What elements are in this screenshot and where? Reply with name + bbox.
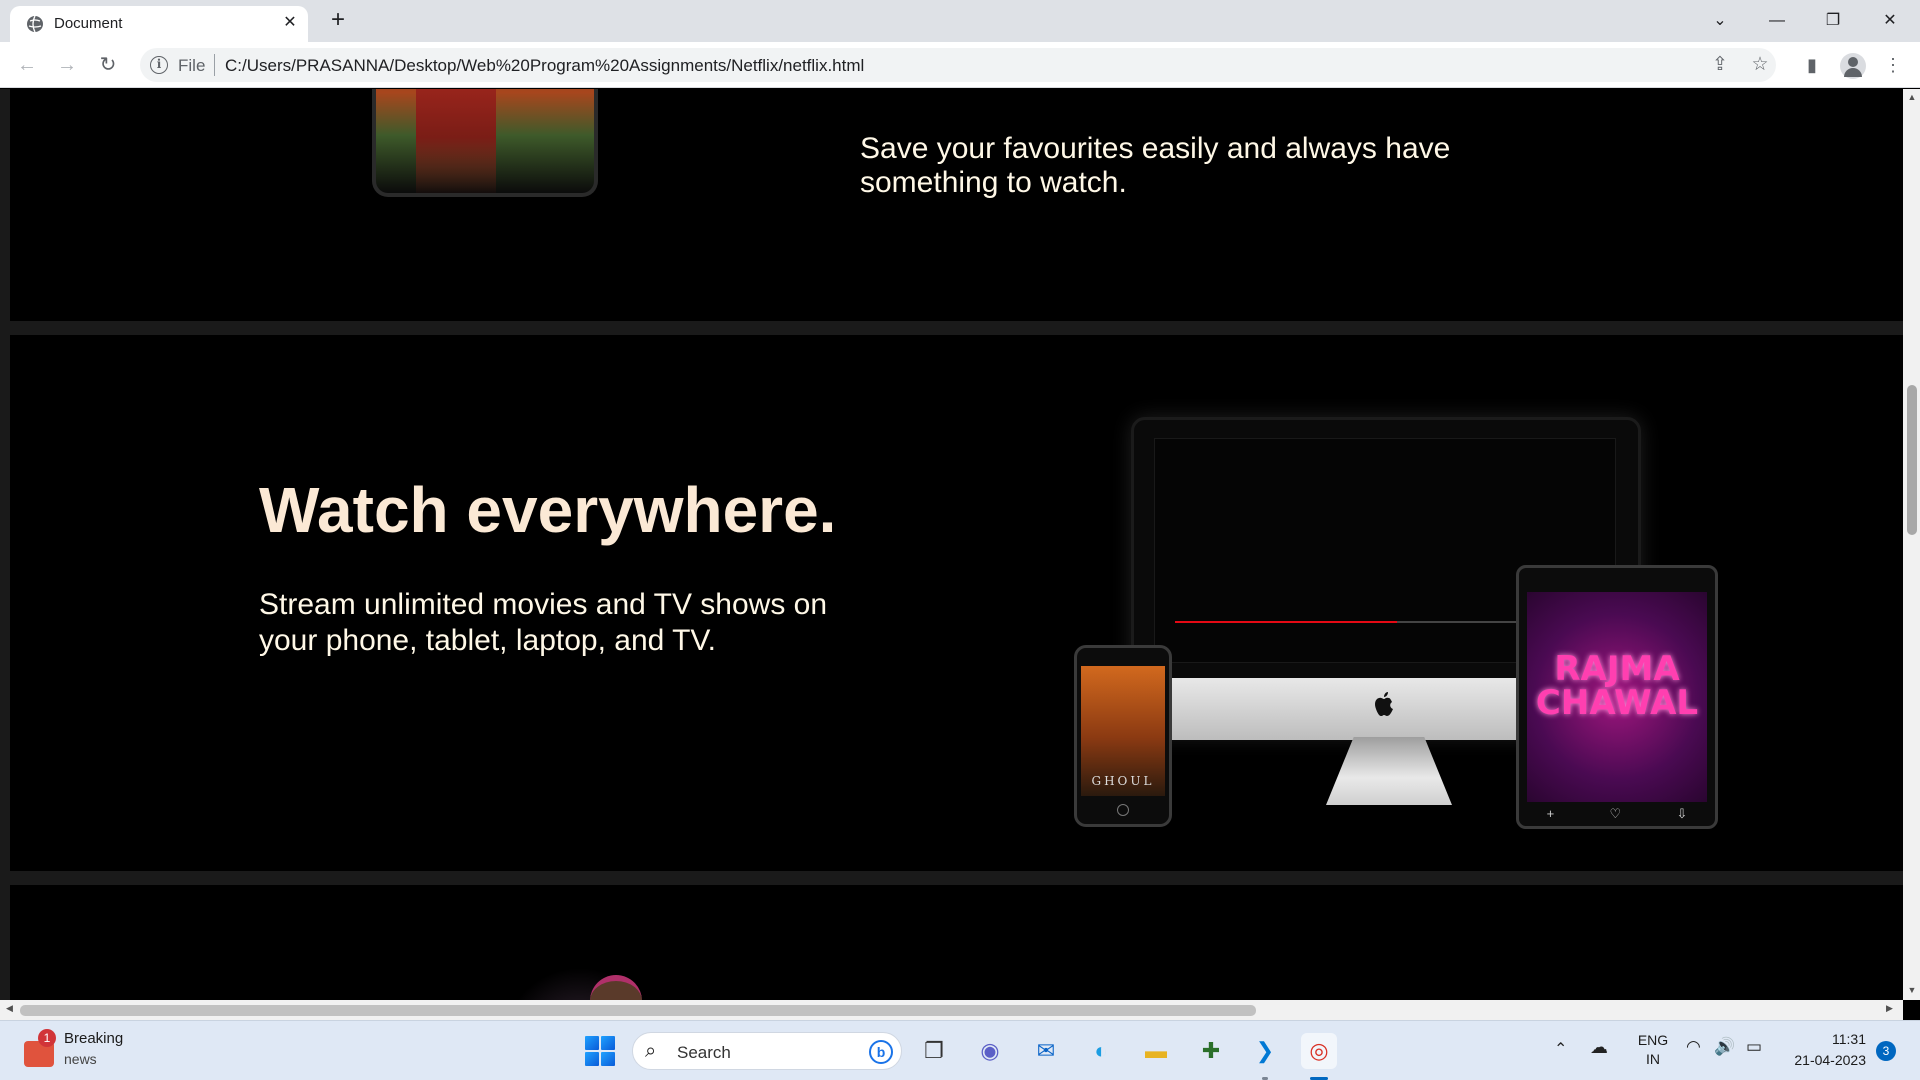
add-icon: +	[1546, 806, 1555, 821]
phone-poster: GHOUL	[1081, 666, 1165, 796]
task-view-icon[interactable]: ❐	[916, 1033, 952, 1069]
close-window-button[interactable]: ✕	[1874, 7, 1906, 35]
bookmark-star-icon[interactable]: ☆	[1748, 53, 1772, 77]
tablet-device-image: RAJMA CHAWAL + ♡ ⇩	[1516, 565, 1718, 829]
address-bar[interactable]: i File C:/Users/PRASANNA/Desktop/Web%20P…	[140, 48, 1776, 82]
chrome-icon[interactable]: ◎	[1301, 1033, 1337, 1069]
tab-search-icon[interactable]: ⌄	[1704, 7, 1736, 35]
kids-section	[10, 885, 1888, 1000]
battery-icon[interactable]: ▭	[1746, 1037, 1762, 1057]
close-tab-icon[interactable]: ✕	[280, 13, 300, 33]
menu-icon[interactable]: ⋮	[1879, 51, 1907, 79]
language-indicator[interactable]: ENG IN	[1636, 1031, 1670, 1069]
vertical-scrollbar[interactable]: ▲ ▼	[1903, 89, 1920, 1000]
teams-icon[interactable]: ◉	[972, 1033, 1008, 1069]
browser-tab-strip: Document ✕ + ⌄ — ❐ ✕	[0, 0, 1920, 42]
clock-time[interactable]: 11:31	[1810, 1031, 1866, 1047]
vscode-icon[interactable]: ❯	[1247, 1033, 1283, 1069]
tablet-poster-title: RAJMA CHAWAL	[1535, 649, 1699, 723]
forward-button[interactable]: →	[53, 51, 81, 79]
watch-everywhere-title: Watch everywhere.	[259, 474, 837, 546]
page-left-gutter	[0, 89, 10, 1000]
reload-button[interactable]: ↻	[94, 51, 122, 79]
region-code: IN	[1646, 1051, 1660, 1067]
vertical-scroll-thumb[interactable]	[1907, 385, 1917, 535]
page-viewport: Save your favourites easily and always h…	[0, 89, 1903, 1000]
search-icon: ⌕	[645, 1040, 657, 1062]
imac-stand	[1326, 737, 1452, 805]
minimize-button[interactable]: —	[1761, 7, 1793, 35]
scroll-down-arrow[interactable]: ▼	[1907, 985, 1917, 995]
apple-logo-icon	[1375, 692, 1393, 716]
tablet-poster: RAJMA CHAWAL	[1527, 592, 1707, 802]
url-text[interactable]: C:/Users/PRASANNA/Desktop/Web%20Program%…	[225, 56, 864, 76]
tablet-controls: + ♡ ⇩	[1519, 806, 1715, 822]
back-button[interactable]: ←	[13, 51, 41, 79]
omnibox-divider	[214, 54, 215, 76]
news-badge: 1	[38, 1029, 56, 1047]
horizontal-scroll-thumb[interactable]	[20, 1005, 1256, 1016]
restore-button[interactable]: ❐	[1817, 7, 1849, 35]
section-divider	[0, 321, 1903, 335]
like-icon: ♡	[1609, 806, 1622, 821]
share-icon[interactable]: ⇪	[1708, 53, 1732, 77]
tab-title: Document	[54, 15, 123, 32]
news-subtitle: news	[64, 1051, 97, 1067]
edge-icon[interactable]: ◐	[1083, 1033, 1119, 1069]
mail-icon[interactable]: ✉	[1028, 1033, 1064, 1069]
phone-mockup-image	[372, 89, 598, 197]
browser-tab[interactable]: Document ✕	[10, 6, 308, 42]
taskbar-search[interactable]: ⌕ Search b	[632, 1032, 902, 1070]
news-title: Breaking	[64, 1030, 124, 1047]
watch-everywhere-section: Watch everywhere. Stream unlimited movie…	[10, 335, 1888, 871]
watch-everywhere-description: Stream unlimited movies and TV shows on …	[259, 588, 828, 657]
favourites-description: Save your favourites easily and always h…	[860, 132, 1451, 199]
language-code: ENG	[1637, 1032, 1669, 1048]
notifications-badge[interactable]: 3	[1876, 1041, 1896, 1061]
phone-home-button	[1117, 804, 1129, 816]
site-info-icon[interactable]: i	[150, 56, 168, 74]
phone-poster-title: GHOUL	[1091, 774, 1155, 788]
phone-device-image: GHOUL	[1074, 645, 1172, 827]
bing-icon[interactable]: b	[869, 1040, 893, 1064]
kids-artwork-image	[430, 925, 730, 1000]
browser-toolbar: ← → ↻ i File C:/Users/PRASANNA/Desktop/W…	[0, 42, 1920, 88]
taskbar: 1 Breaking news ⌕ Search b ❐ ◉ ✉ ◐ ▬ ✚ ❯…	[0, 1020, 1920, 1080]
horizontal-scrollbar[interactable]: ◀ ▶	[0, 1000, 1903, 1020]
clock-date[interactable]: 21-04-2023	[1782, 1052, 1866, 1068]
file-explorer-icon[interactable]: ▬	[1138, 1033, 1174, 1069]
url-scheme-label: File	[178, 56, 206, 75]
windows-start-icon[interactable]	[585, 1036, 615, 1066]
side-panel-icon[interactable]: ▮	[1798, 51, 1826, 79]
section-divider	[0, 871, 1903, 885]
volume-icon[interactable]: 🔊	[1714, 1037, 1735, 1057]
wifi-icon[interactable]: ◠	[1686, 1037, 1701, 1057]
new-tab-button[interactable]: +	[326, 8, 350, 33]
download-icon: ⇩	[1676, 806, 1688, 821]
video-progress-fill	[1175, 621, 1397, 623]
favourites-section: Save your favourites easily and always h…	[10, 89, 1888, 321]
scroll-up-arrow[interactable]: ▲	[1907, 92, 1917, 102]
app-store-icon[interactable]: ✚	[1193, 1033, 1229, 1069]
globe-icon	[27, 15, 43, 33]
search-label: Search	[677, 1043, 731, 1062]
scroll-left-arrow[interactable]: ◀	[6, 1003, 13, 1014]
onedrive-icon[interactable]: ☁	[1590, 1037, 1608, 1058]
scroll-right-arrow[interactable]: ▶	[1886, 1003, 1893, 1014]
show-hidden-icons-chevron-icon[interactable]: ⌃	[1554, 1039, 1567, 1059]
profile-avatar-icon[interactable]	[1840, 53, 1866, 79]
